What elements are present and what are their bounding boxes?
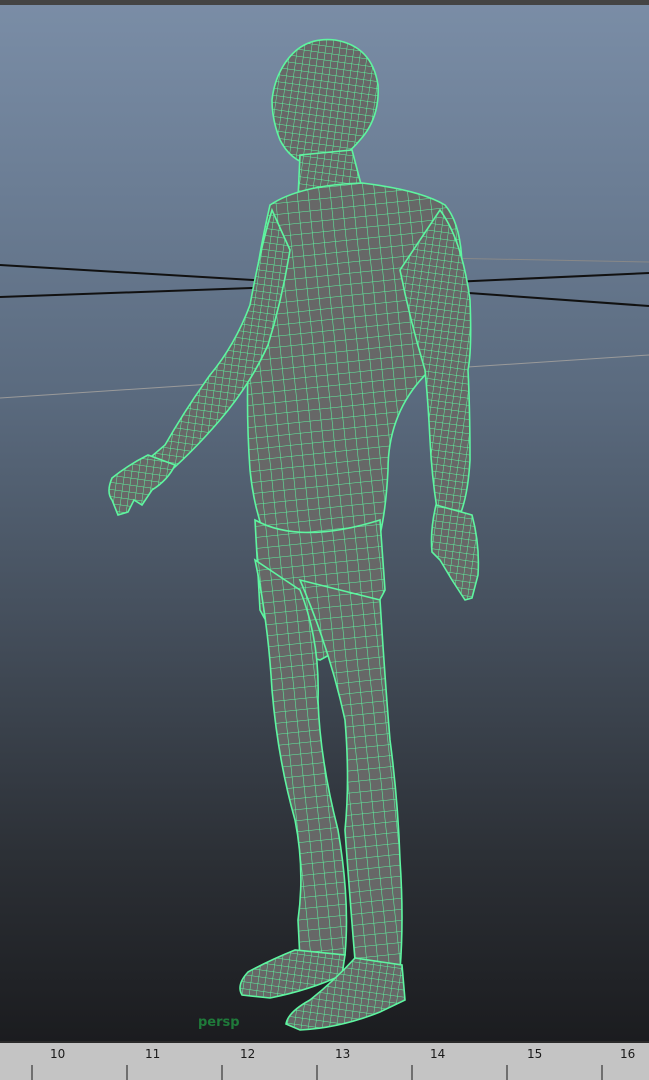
- mesh-hand-left: [430, 504, 480, 601]
- time-slider-ticks: [31, 1065, 603, 1080]
- maya-window: persp 10 11 12 13 14 15 16: [0, 0, 649, 1080]
- camera-name-label: persp: [198, 1015, 240, 1030]
- perspective-viewport[interactable]: persp: [0, 5, 649, 1041]
- frame-label[interactable]: 16: [620, 1047, 635, 1061]
- frame-label[interactable]: 11: [145, 1047, 160, 1061]
- time-slider[interactable]: 10 11 12 13 14 15 16: [0, 1041, 649, 1080]
- human-mesh[interactable]: [108, 38, 480, 1031]
- frame-label[interactable]: 10: [50, 1047, 65, 1061]
- frame-label[interactable]: 15: [527, 1047, 542, 1061]
- frame-label[interactable]: 12: [240, 1047, 255, 1061]
- frame-label[interactable]: 14: [430, 1047, 445, 1061]
- scene-canvas[interactable]: [0, 5, 649, 1041]
- mesh-hand-right: [108, 454, 177, 516]
- frame-label[interactable]: 13: [335, 1047, 350, 1061]
- mesh-head: [271, 38, 379, 166]
